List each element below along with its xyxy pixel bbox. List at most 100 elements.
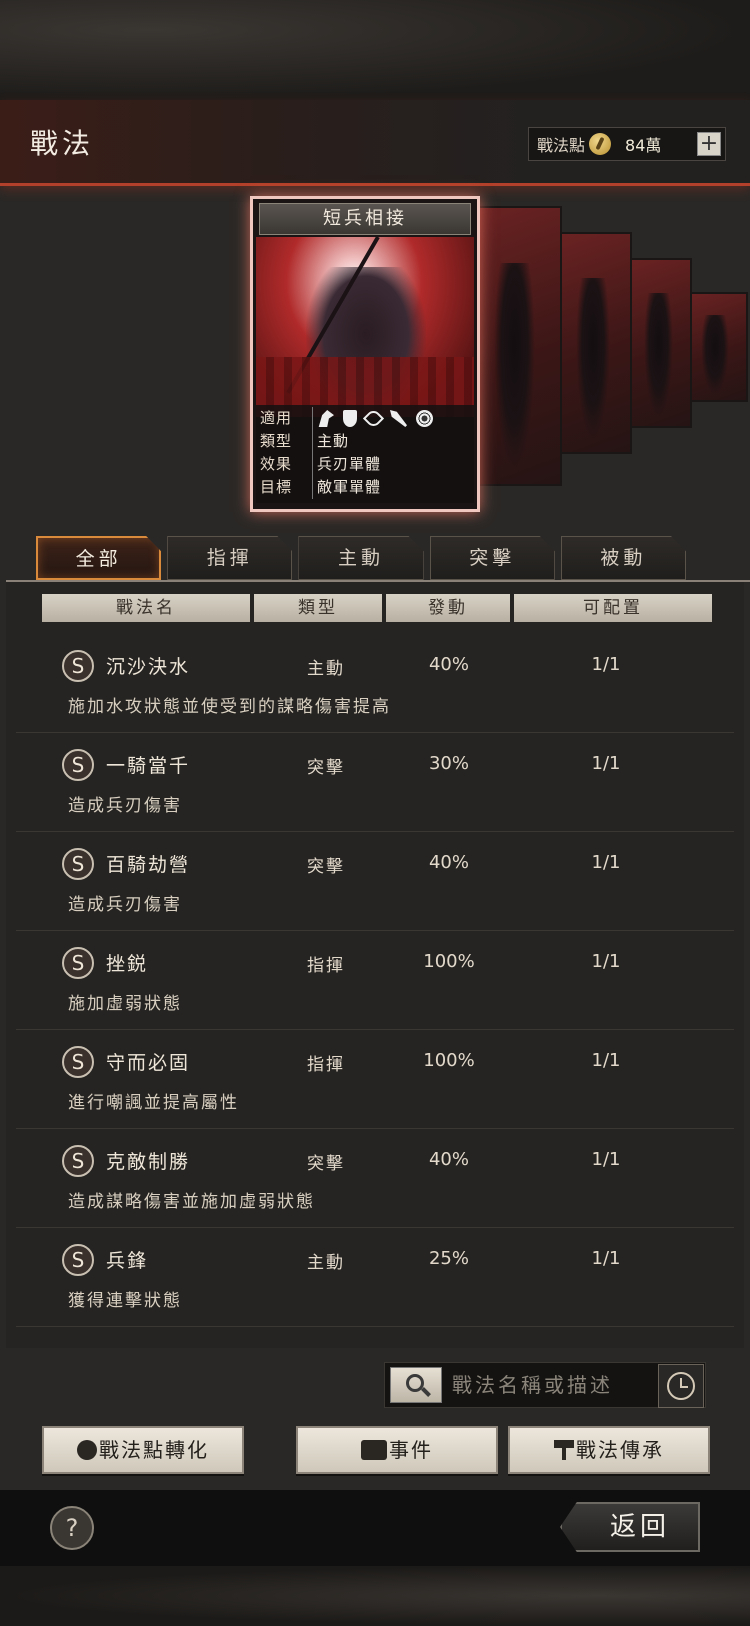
tactic-rate: 40% [428,654,469,675]
tactic-card-back-3[interactable] [630,258,692,428]
tactic-row[interactable]: S 兵鋒 主動 25% 1/1 獲得連擊狀態 [16,1228,734,1327]
search-button[interactable] [390,1367,442,1403]
tactic-card-back-1[interactable] [476,206,562,486]
grade-s-badge: S [62,1145,94,1177]
event-label: 事件 [389,1438,433,1462]
help-button[interactable]: ? [50,1506,94,1550]
tactic-capacity: 1/1 [591,1050,621,1071]
tactic-type: 突擊 [307,857,345,877]
back-button[interactable]: 返回 [560,1502,700,1552]
card-info-panel: 適用 類型 主動 效果 兵刃單體 目標 敵軍單體 [256,405,474,503]
tactic-name: 沉沙決水 [106,656,191,678]
tactic-rate: 40% [428,852,469,873]
hammer-icon [554,1440,574,1460]
tactic-row[interactable]: S 挫鋭 指揮 100% 1/1 施加虛弱狀態 [16,931,734,1030]
tactic-type: 指揮 [307,956,345,976]
tactic-rate: 30% [428,753,469,774]
tactic-name: 百騎劫營 [106,854,191,876]
card-artwork [256,237,474,417]
tactic-points-box: 戰法點 84萬 + [528,127,726,161]
tactic-row[interactable]: S 沉沙決水 主動 40% 1/1 施加水攻狀態並使受到的謀略傷害提高 [16,634,734,733]
tactic-capacity: 1/1 [591,654,621,675]
tab-command[interactable]: 指揮 [167,536,293,580]
tactic-type: 主動 [307,659,345,679]
grade-s-badge: S [62,947,94,979]
tactic-type: 突擊 [307,1154,345,1174]
column-header-name[interactable]: 戰法名 [42,594,250,622]
column-headers: 戰法名 類型 發動 可配置 [42,594,712,622]
bow-icon [362,407,385,430]
grade-s-badge: S [62,848,94,880]
tactic-row[interactable]: S 守而必固 指揮 100% 1/1 進行嘲諷並提高屬性 [16,1030,734,1129]
header-bar: 戰法 戰法點 84萬 + [0,100,750,186]
applicable-units [312,407,433,430]
tactic-description: 進行嘲諷並提高屬性 [68,1093,239,1113]
action-buttons: 戰法點轉化 事件 戰法傳承 [42,1426,712,1476]
convert-icon [77,1440,97,1460]
tactic-type: 指揮 [307,1055,345,1075]
inherit-tactic-label: 戰法傳承 [576,1438,664,1462]
tactic-description: 施加水攻狀態並使受到的謀略傷害提高 [68,697,391,717]
tactic-rate: 100% [423,951,475,972]
tactic-list-panel: 戰法名 類型 發動 可配置 S 沉沙決水 主動 40% 1/1 施加水攻狀態並使… [6,582,744,1348]
bottom-decoration [0,1566,750,1626]
convert-points-label: 戰法點轉化 [99,1438,209,1462]
tactic-row[interactable]: S 百騎劫營 突擊 40% 1/1 造成兵刃傷害 [16,832,734,931]
history-button[interactable] [658,1364,704,1408]
tactic-card-back-2[interactable] [560,232,632,454]
inherit-tactic-button[interactable]: 戰法傳承 [508,1426,710,1474]
target-label: 目標 [260,478,293,496]
column-header-capacity[interactable]: 可配置 [514,594,712,622]
selected-tactic-card[interactable]: 短兵相接 適用 類型 主動 效果 兵刃單體 目標 敵軍單體 [250,196,480,512]
tactic-type: 突擊 [307,758,345,778]
tactic-type: 主動 [307,1253,345,1273]
tactic-point-coin-icon [589,133,612,155]
tactic-filter-tabs: 全部 指揮 主動 突擊 被動 [36,536,687,580]
tactic-rate: 40% [428,1149,469,1170]
add-points-button[interactable]: + [697,132,721,156]
tactic-card-back-4[interactable] [688,292,748,402]
tactic-name: 一騎當千 [106,755,191,777]
effect-label: 效果 [260,455,293,473]
tactic-name: 挫鋭 [106,953,149,975]
tactic-rate: 100% [423,1050,475,1071]
cavalry-icon [318,410,334,427]
target-value: 敵軍單體 [312,476,381,499]
tab-active[interactable]: 主動 [298,536,424,580]
tactic-name: 兵鋒 [106,1250,149,1272]
tactic-description: 造成兵刃傷害 [68,796,182,816]
top-decoration [0,0,750,100]
tab-passive[interactable]: 被動 [560,536,687,580]
tactic-row[interactable]: S 克敵制勝 突擊 40% 1/1 造成謀略傷害並施加虛弱狀態 [16,1129,734,1228]
column-header-rate[interactable]: 發動 [386,594,510,622]
page-title: 戰法 [30,127,95,160]
grade-s-badge: S [62,650,94,682]
clock-icon [667,1372,695,1400]
tab-all[interactable]: 全部 [36,536,162,580]
convert-points-button[interactable]: 戰法點轉化 [42,1426,244,1474]
tactic-card-carousel[interactable]: 短兵相接 適用 類型 主動 效果 兵刃單體 目標 敵軍單體 [250,196,750,512]
applicable-label: 適用 [260,409,293,427]
tactic-rate: 25% [428,1248,469,1269]
grade-s-badge: S [62,1244,94,1276]
tactic-capacity: 1/1 [591,1149,621,1170]
tactic-capacity: 1/1 [591,852,621,873]
chariot-icon [416,410,433,427]
tactic-description: 造成兵刃傷害 [68,895,182,915]
tactic-name: 守而必固 [106,1052,191,1074]
type-value: 主動 [312,430,349,453]
event-button[interactable]: 事件 [296,1426,498,1474]
effect-value: 兵刃單體 [312,453,381,476]
tactic-row[interactable]: S 一騎當千 突擊 30% 1/1 造成兵刃傷害 [16,733,734,832]
column-header-type[interactable]: 類型 [254,594,382,622]
card-tactic-name: 短兵相接 [259,203,471,235]
tactic-description: 施加虛弱狀態 [68,994,182,1014]
tactic-rows: S 沉沙決水 主動 40% 1/1 施加水攻狀態並使受到的謀略傷害提高 S 一騎… [6,634,744,1327]
tactic-name: 克敵制勝 [106,1151,191,1173]
tactic-capacity: 1/1 [591,753,621,774]
shield-icon [343,410,357,427]
tactic-capacity: 1/1 [591,1248,621,1269]
tab-assault[interactable]: 突擊 [429,536,555,580]
spear-icon [390,410,407,427]
tactic-points-value: 84萬 [625,136,662,155]
